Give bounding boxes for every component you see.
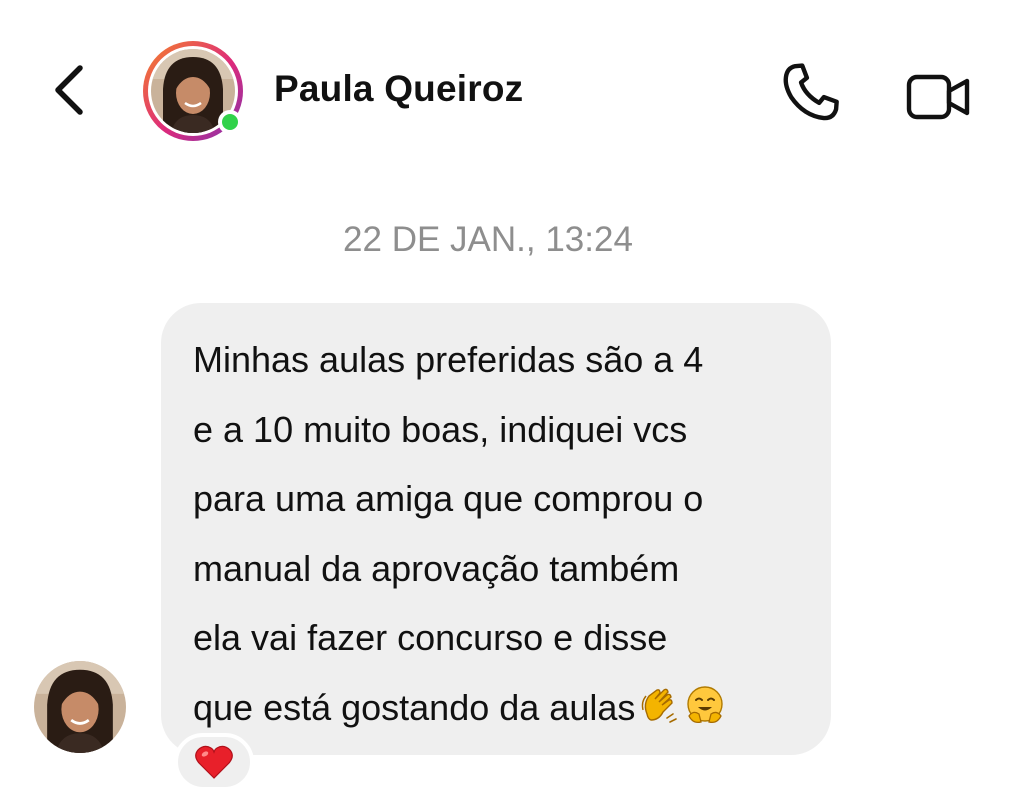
message-line: que está gostando da aulas [193,686,636,728]
clapping-hands-emoji [642,688,678,723]
back-button[interactable] [40,58,100,122]
message-line: e a 10 muito boas, indiquei vcs [193,408,688,450]
video-camera-icon [906,74,970,120]
message-line: ela vai fazer concurso e disse [193,617,668,658]
contact-name[interactable]: Paula Queiroz [274,68,523,110]
online-status-indicator [218,110,242,134]
message-line: Minhas aulas preferidas são a 4 [193,339,704,380]
message-reaction[interactable] [174,733,254,791]
hugging-face-emoji [687,685,724,723]
message-line: para uma amiga que comprou o [193,478,704,519]
video-call-button[interactable] [898,60,980,134]
red-heart-emoji [195,745,233,779]
message-timestamp: 22 DE JAN., 13:24 [343,220,633,259]
phone-icon [783,63,839,121]
message-last-line-row: que está gostando da aulas [193,673,811,743]
message-line: manual da aprovação também [193,547,680,589]
message-bubble[interactable]: Minhas aulas preferidas são a 4 e a 10 m… [161,303,831,755]
call-button[interactable] [770,56,852,130]
chevron-left-icon [55,65,83,115]
chat-header: Paula Queiroz [0,0,1024,180]
sender-avatar[interactable] [34,661,126,753]
